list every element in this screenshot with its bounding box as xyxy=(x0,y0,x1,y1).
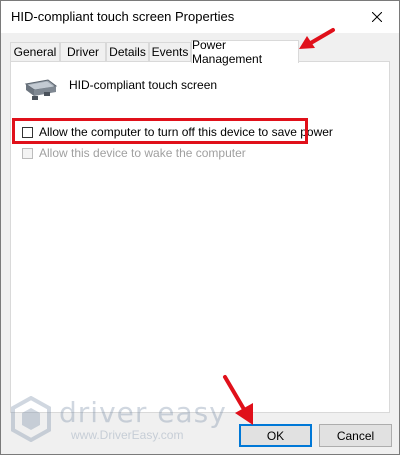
tab-general[interactable]: General xyxy=(10,42,60,61)
properties-dialog: HID-compliant touch screen Properties Ge… xyxy=(0,0,400,455)
ok-button[interactable]: OK xyxy=(239,424,312,447)
title-bar: HID-compliant touch screen Properties xyxy=(1,1,399,33)
watermark-brand: driver easy xyxy=(59,396,227,429)
tab-driver[interactable]: Driver xyxy=(60,42,106,61)
device-name: HID-compliant touch screen xyxy=(69,78,218,92)
tab-events[interactable]: Events xyxy=(149,42,191,61)
cancel-button[interactable]: Cancel xyxy=(319,424,392,447)
allow-wake-row: Allow this device to wake the computer xyxy=(22,146,246,160)
close-button[interactable] xyxy=(355,1,399,33)
annotation-arrow-ok-icon xyxy=(223,375,253,425)
driver-easy-logo-icon xyxy=(11,396,51,442)
close-icon xyxy=(372,12,382,22)
tab-panel: HID-compliant touch screen Allow the com… xyxy=(10,61,390,413)
allow-wake-label: Allow this device to wake the computer xyxy=(39,146,246,160)
watermark-url: www.DriverEasy.com xyxy=(71,428,184,442)
tab-details[interactable]: Details xyxy=(106,42,149,61)
tab-power-management[interactable]: Power Management xyxy=(191,38,299,66)
annotation-highlight-box xyxy=(12,118,308,144)
allow-wake-checkbox xyxy=(22,147,33,159)
touch-screen-device-icon xyxy=(24,79,58,100)
annotation-arrow-tab-icon xyxy=(299,28,335,49)
window-title: HID-compliant touch screen Properties xyxy=(11,9,235,24)
